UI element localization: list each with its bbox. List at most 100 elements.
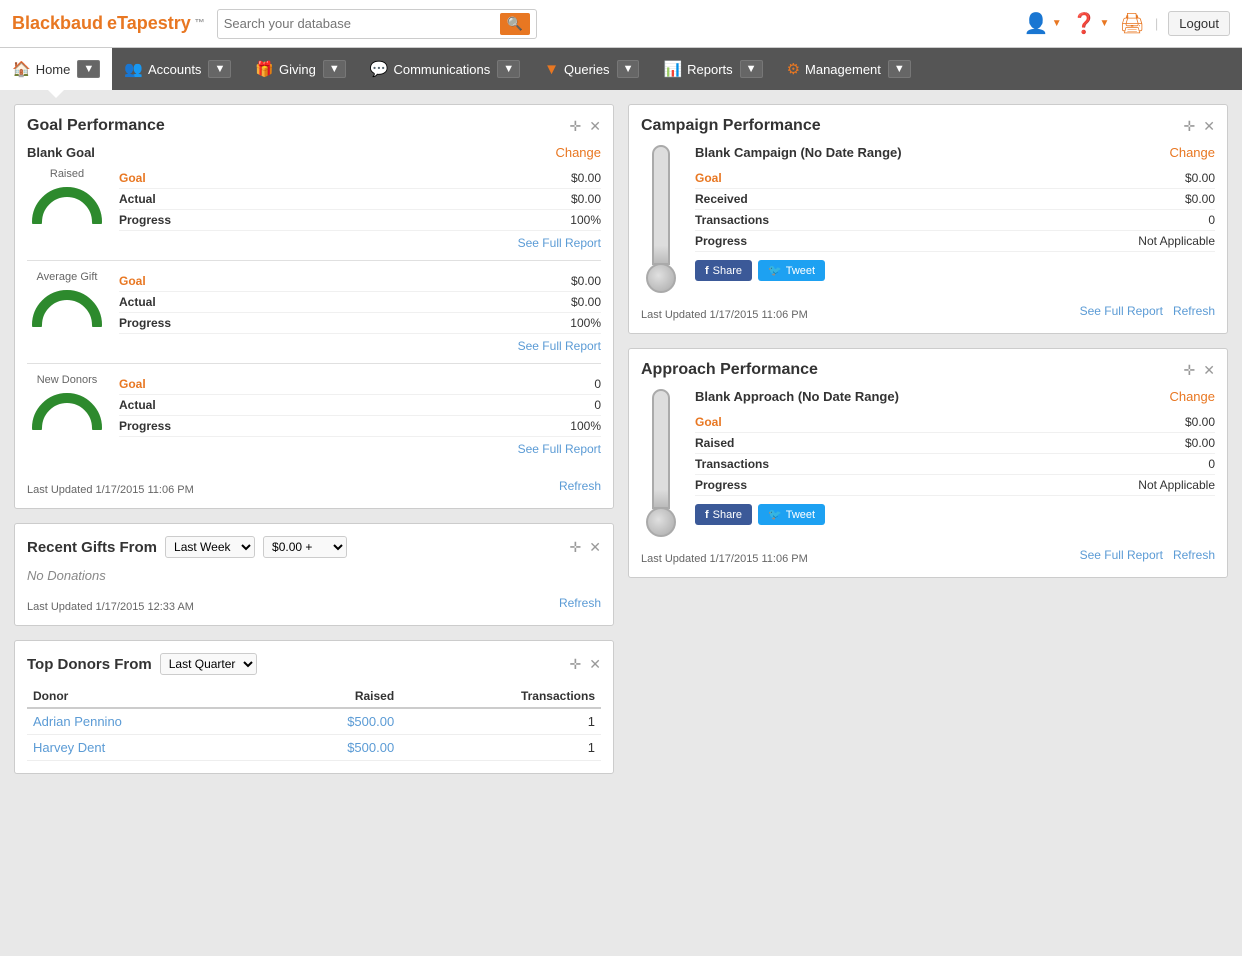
campaign-change-link[interactable]: Change <box>1169 145 1215 160</box>
approach-stats: Blank Approach (No Date Range) Change Go… <box>695 389 1215 525</box>
nav-bar: 🏠 Home ▼ 👥 Accounts ▼ 🎁 Giving ▼ 💬 Commu… <box>0 48 1242 90</box>
recent-gifts-title: Recent Gifts From <box>27 539 157 556</box>
campaign-thermo-tube <box>652 145 670 265</box>
approach-move-icon[interactable]: ✛ <box>1184 362 1196 379</box>
nav-item-reports[interactable]: 📊 Reports ▼ <box>651 48 774 90</box>
raised-gauge-label: Raised <box>50 168 84 180</box>
goal-raised-change-link[interactable]: Change <box>555 145 601 160</box>
avg-see-full-link[interactable]: See Full Report <box>518 339 601 353</box>
top-donors-move-icon[interactable]: ✛ <box>570 656 582 673</box>
approach-refresh-link[interactable]: Refresh <box>1173 548 1215 562</box>
approach-goal-label[interactable]: Goal <box>695 415 722 429</box>
approach-see-full-link[interactable]: See Full Report <box>1080 548 1163 562</box>
campaign-stats: Blank Campaign (No Date Range) Change Go… <box>695 145 1215 281</box>
approach-thermo-bulb <box>646 507 676 537</box>
recent-gifts-amount-select[interactable]: $0.00 + $10.00 + $100.00 + <box>263 536 347 558</box>
top-donors-controls: ✛ ✕ <box>570 656 601 673</box>
raised-goal-label[interactable]: Goal <box>119 171 146 185</box>
communications-dropdown-button[interactable]: ▼ <box>497 60 520 78</box>
campaign-transactions-value: 0 <box>1208 213 1215 227</box>
management-dropdown-button[interactable]: ▼ <box>888 60 911 78</box>
campaign-share-button[interactable]: f Share <box>695 260 752 281</box>
approach-share-button[interactable]: f Share <box>695 504 752 525</box>
avg-gauge: Average Gift <box>27 271 107 327</box>
nav-item-accounts[interactable]: 👥 Accounts ▼ <box>112 48 243 90</box>
search-input[interactable] <box>224 16 500 31</box>
search-bar: 🔍 <box>217 9 537 39</box>
raised-stats: Goal $0.00 Actual $0.00 Progress 100% <box>119 168 601 250</box>
top-donors-period-select[interactable]: Last Quarter Last Month Last Year <box>160 653 257 675</box>
goal-refresh-link[interactable]: Refresh <box>559 479 601 493</box>
donor-raised: $500.00 <box>263 708 401 735</box>
avg-gauge-label: Average Gift <box>37 271 98 283</box>
queries-dropdown-button[interactable]: ▼ <box>617 60 640 78</box>
nav-item-management[interactable]: ⚙ Management ▼ <box>775 48 923 90</box>
avg-actual-value: $0.00 <box>571 295 601 309</box>
top-donors-close-icon[interactable]: ✕ <box>589 656 601 673</box>
user-menu[interactable]: 👤 ▼ <box>1024 11 1062 36</box>
avg-goal-label[interactable]: Goal <box>119 274 146 288</box>
goal-move-icon[interactable]: ✛ <box>570 118 582 135</box>
approach-close-icon[interactable]: ✕ <box>1203 362 1215 379</box>
recent-gifts-sub-header: Recent Gifts From Last Week Last Month L… <box>27 536 347 558</box>
donors-gauge-svg <box>32 390 102 430</box>
approach-last-updated: Last Updated 1/17/2015 11:06 PM <box>641 553 808 565</box>
approach-twitter-icon: 🐦 <box>768 508 782 521</box>
recent-gifts-widget: Recent Gifts From Last Week Last Month L… <box>14 523 614 626</box>
logout-button[interactable]: Logout <box>1168 11 1230 36</box>
goal-last-updated: Last Updated 1/17/2015 11:06 PM <box>27 484 194 496</box>
donors-progress-label: Progress <box>119 419 171 433</box>
approach-transactions-row: Transactions 0 <box>695 454 1215 475</box>
separator: | <box>1155 16 1158 31</box>
nav-item-giving[interactable]: 🎁 Giving ▼ <box>243 48 357 90</box>
campaign-tweet-button[interactable]: 🐦 Tweet <box>758 260 825 281</box>
giving-dropdown-button[interactable]: ▼ <box>323 60 346 78</box>
approach-tweet-button[interactable]: 🐦 Tweet <box>758 504 825 525</box>
recent-gifts-period-select[interactable]: Last Week Last Month Last Year <box>165 536 255 558</box>
approach-raised-label: Raised <box>695 436 734 450</box>
nav-item-communications[interactable]: 💬 Communications ▼ <box>358 48 532 90</box>
campaign-goal-label[interactable]: Goal <box>695 171 722 185</box>
top-donors-widget: Top Donors From Last Quarter Last Month … <box>14 640 614 774</box>
nav-item-home[interactable]: 🏠 Home ▼ <box>0 48 112 90</box>
donor-raised: $500.00 <box>263 735 401 761</box>
active-indicator <box>48 90 64 98</box>
goal-close-icon[interactable]: ✕ <box>589 118 601 135</box>
recent-gifts-refresh-link[interactable]: Refresh <box>559 596 601 610</box>
donors-gauge-label: New Donors <box>37 374 98 386</box>
goal-blank-label: Blank Goal <box>27 145 95 160</box>
recent-gifts-move-icon[interactable]: ✛ <box>570 539 582 556</box>
approach-footer: Last Updated 1/17/2015 11:06 PM See Full… <box>641 545 1215 565</box>
donors-see-full-link[interactable]: See Full Report <box>518 442 601 456</box>
nav-item-queries[interactable]: ▼ Queries ▼ <box>532 48 651 90</box>
avg-progress-value: 100% <box>570 316 601 330</box>
approach-change-link[interactable]: Change <box>1169 389 1215 404</box>
print-button[interactable]: 🖨 <box>1119 11 1144 36</box>
campaign-refresh-link[interactable]: Refresh <box>1173 304 1215 318</box>
donor-link[interactable]: Adrian Pennino <box>33 714 122 729</box>
donors-goal-label[interactable]: Goal <box>119 377 146 391</box>
campaign-move-icon[interactable]: ✛ <box>1184 118 1196 135</box>
campaign-received-label: Received <box>695 192 748 206</box>
avg-actual-label: Actual <box>119 295 156 309</box>
goal-raised-section: Blank Goal Change Raised Goal <box>27 145 601 261</box>
help-menu[interactable]: ❓ ▼ <box>1072 11 1110 36</box>
top-donors-sub-header: Top Donors From Last Quarter Last Month … <box>27 653 257 675</box>
home-dropdown-button[interactable]: ▼ <box>77 60 100 78</box>
search-button[interactable]: 🔍 <box>500 13 530 35</box>
campaign-close-icon[interactable]: ✕ <box>1203 118 1215 135</box>
recent-gifts-close-icon[interactable]: ✕ <box>589 539 601 556</box>
donor-link[interactable]: Harvey Dent <box>33 740 105 755</box>
nav-label-queries: Queries <box>564 62 610 77</box>
raised-progress-label: Progress <box>119 213 171 227</box>
avg-gauge-svg <box>32 287 102 327</box>
raised-see-full-link[interactable]: See Full Report <box>518 236 601 250</box>
campaign-see-full-link[interactable]: See Full Report <box>1080 304 1163 318</box>
accounts-dropdown-button[interactable]: ▼ <box>208 60 231 78</box>
left-column: Goal Performance ✛ ✕ Blank Goal Change R… <box>14 104 614 774</box>
campaign-title-row: Blank Campaign (No Date Range) Change <box>695 145 1215 160</box>
top-bar: Blackbaud eTapestry™ 🔍 👤 ▼ ❓ ▼ 🖨 | Logou… <box>0 0 1242 48</box>
reports-dropdown-button[interactable]: ▼ <box>740 60 763 78</box>
goal-raised-content: Raised Goal $0.00 Actual $0 <box>27 168 601 250</box>
raised-gauge: Raised <box>27 168 107 224</box>
